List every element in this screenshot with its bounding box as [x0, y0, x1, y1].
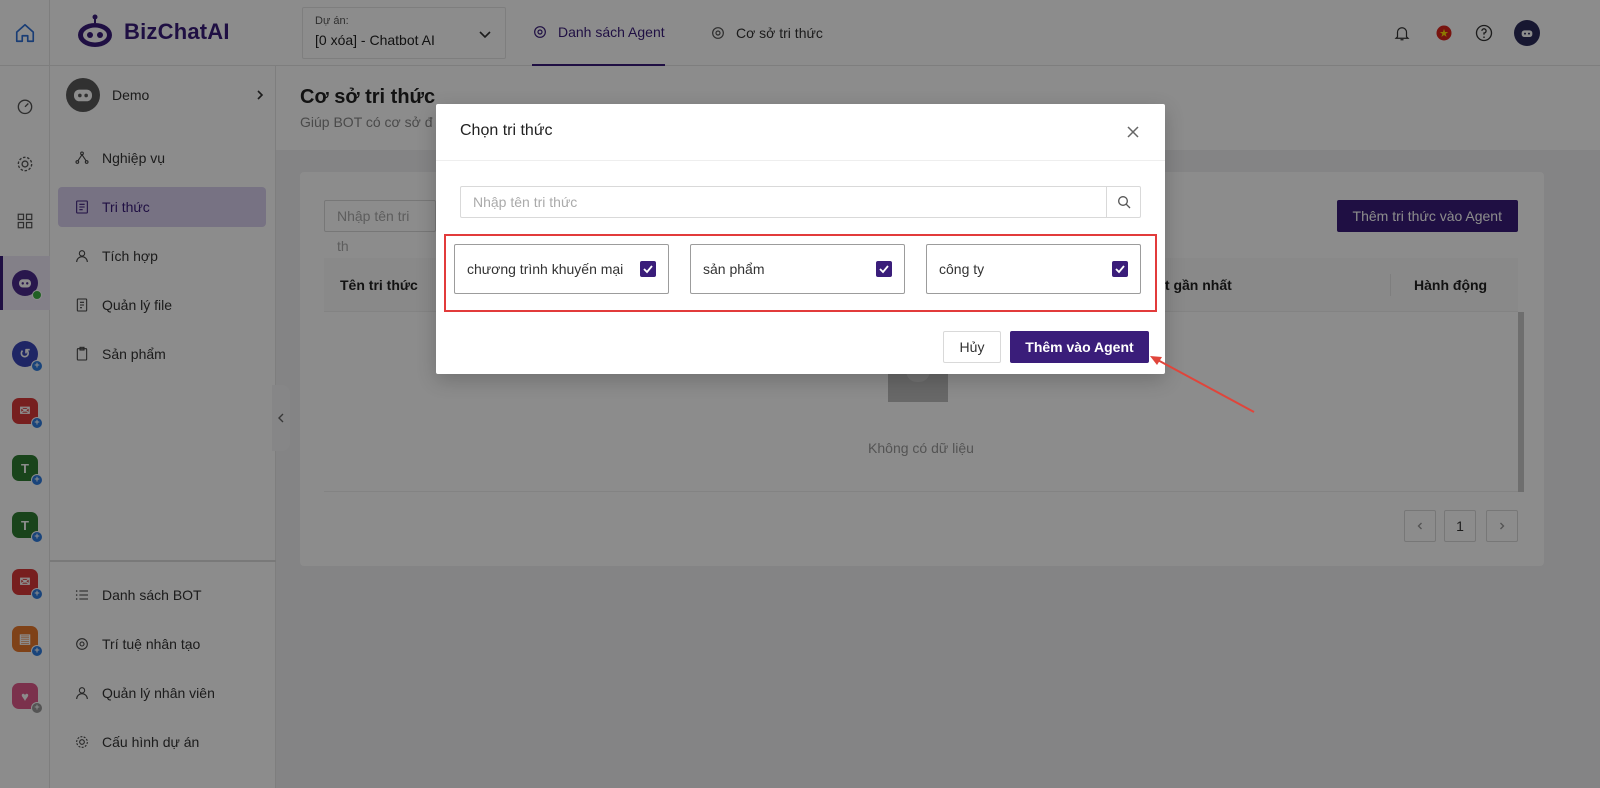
selected-options-highlight: chương trình khuyến mại sản phẩm công ty [444, 234, 1157, 312]
modal-search-box [460, 186, 1141, 218]
checkbox-checked-icon[interactable] [1112, 261, 1128, 277]
checkbox-checked-icon[interactable] [640, 261, 656, 277]
close-icon [1127, 126, 1139, 138]
search-icon [1117, 196, 1130, 209]
knowledge-option[interactable]: sản phẩm [690, 244, 905, 294]
modal-title: Chọn tri thức [460, 122, 553, 139]
choose-knowledge-modal: Chọn tri thức chương trình khuyến mại sả… [436, 104, 1165, 374]
search-button[interactable] [1106, 186, 1140, 218]
knowledge-option-label: công ty [939, 261, 985, 277]
knowledge-option[interactable]: chương trình khuyến mại [454, 244, 669, 294]
modal-search-input[interactable] [461, 187, 1108, 217]
add-to-agent-button[interactable]: Thêm vào Agent [1010, 331, 1149, 363]
annotation-arrow [1150, 356, 1255, 413]
checkbox-checked-icon[interactable] [876, 261, 892, 277]
cancel-button[interactable]: Hủy [943, 331, 1001, 363]
knowledge-option-label: sản phẩm [703, 261, 765, 277]
close-button[interactable] [1123, 122, 1143, 142]
knowledge-option[interactable]: công ty [926, 244, 1141, 294]
knowledge-option-label: chương trình khuyến mại [467, 261, 624, 277]
modal-divider [436, 160, 1165, 161]
